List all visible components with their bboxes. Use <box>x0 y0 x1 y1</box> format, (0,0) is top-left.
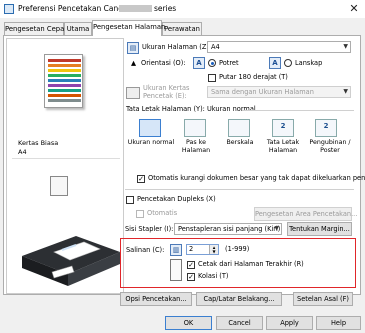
page-size-value: A4 <box>211 43 220 51</box>
specify-margin-button[interactable]: Tentukan Margin... <box>287 222 352 236</box>
apply-button[interactable]: Apply <box>266 316 313 330</box>
title-bar: Preferensi Pencetakan Canon series ✕ <box>0 0 365 18</box>
page-layout-label-text: Tata Letak Halaman (Y): <box>126 105 205 113</box>
copies-icon: ▥ <box>170 244 182 256</box>
layout-tiling-label: Pengubinan / Poster <box>309 139 351 154</box>
portrait-icon: A <box>193 57 205 69</box>
defaults-button[interactable]: Setelan Asal (F) <box>293 292 353 306</box>
layout-page-layout-glyph: 2 <box>280 122 286 130</box>
rotate-180-checkbox[interactable] <box>208 74 216 82</box>
duplex-label: Pencetakan Dupleks (X) <box>137 195 216 203</box>
media-info: Kertas Biasa A4 <box>18 139 58 157</box>
chevron-down-icon: ▼ <box>343 43 348 50</box>
printer-paper-icon <box>126 87 140 99</box>
layout-normal-tile[interactable] <box>139 119 161 137</box>
layout-fit-label: Pas ke Halaman <box>181 139 211 154</box>
media-size: A4 <box>18 148 27 156</box>
stapling-side-label: Sisi Stapler (I): <box>125 225 174 233</box>
landscape-icon: A <box>269 57 281 69</box>
stapling-side-select[interactable]: Penstapleran sisi panjang (Kiri) ▼ <box>174 223 282 235</box>
landscape-radio[interactable] <box>284 59 292 67</box>
rotate-180-label: Putar 180 derajat (T) <box>219 73 288 81</box>
portrait-label: Potret <box>219 59 239 67</box>
tab-main[interactable]: Utama <box>64 22 92 35</box>
auto-reduce-checkbox[interactable]: ✓ <box>137 175 145 183</box>
duplex-checkbox[interactable] <box>126 196 134 204</box>
ok-button[interactable]: OK <box>165 316 212 330</box>
layout-tiling-poster-tile[interactable]: 2 <box>315 119 337 137</box>
small-page-icon <box>50 176 68 196</box>
printer-paper-size-select[interactable]: Sama dengan Ukuran Halaman ▼ <box>207 86 351 98</box>
orientation-label: Orientasi (O): <box>141 59 186 67</box>
print-area-setup-button[interactable]: Pengesetan Area Pencetakan... <box>254 207 357 221</box>
page-size-label: Ukuran Halaman (Z): <box>142 43 212 51</box>
page-layout-label: Tata Letak Halaman (Y): Ukuran normal <box>126 105 256 114</box>
layout-scaled-label: Berskala <box>226 139 254 146</box>
orientation-bullet-icon: ▲ <box>131 59 137 67</box>
page-size-select[interactable]: A4 ▼ <box>207 41 351 53</box>
layout-scaled-tile[interactable] <box>228 119 250 137</box>
portrait-radio[interactable] <box>208 59 216 67</box>
duplex-automatic-label: Otomatis <box>147 209 178 217</box>
chevron-down-icon: ▼ <box>343 88 348 95</box>
media-type: Kertas Biasa <box>18 139 59 147</box>
print-last-page-first-checkbox[interactable]: ✓ <box>187 261 195 269</box>
copies-range: (1-999) <box>225 245 250 253</box>
collate-order-icon <box>170 259 182 281</box>
landscape-label: Lanskap <box>295 59 323 67</box>
window-title: Preferensi Pencetakan Canon <box>18 4 128 13</box>
divider <box>125 189 354 190</box>
printer-paper-size-label: Ukuran Kertas Pencetak (E): <box>143 84 190 100</box>
layout-page-layout-label: Tata Letak Halaman <box>266 139 300 154</box>
layout-tiling-glyph: 2 <box>323 122 329 130</box>
stapling-side-value: Penstapleran sisi panjang (Kiri) <box>178 225 281 233</box>
group-line <box>242 110 354 111</box>
tab-maintenance[interactable]: Perawatan <box>162 22 202 35</box>
close-icon[interactable]: ✕ <box>347 3 361 15</box>
stamp-background-button[interactable]: Cap/Latar Belakang... <box>196 292 282 306</box>
layout-fit-to-page-tile[interactable] <box>184 119 206 137</box>
copies-spinbox[interactable]: 2 ▲ ▼ <box>186 244 219 255</box>
copies-value: 2 <box>189 245 194 253</box>
cancel-button[interactable]: Cancel <box>216 316 263 330</box>
page-layout-value: Ukuran normal <box>206 105 256 113</box>
spin-down-icon[interactable]: ▼ <box>209 249 218 254</box>
tab-quick-setup[interactable]: Pengesetan Cepat <box>4 22 67 35</box>
page-preview-icon <box>44 54 83 108</box>
duplex-automatic-checkbox[interactable] <box>136 210 144 218</box>
collate-checkbox[interactable]: ✓ <box>187 273 195 281</box>
help-button[interactable]: Help <box>316 316 361 330</box>
print-last-page-first-label: Cetak dari Halaman Terakhir (R) <box>198 260 304 268</box>
page-size-icon: ▤ <box>127 42 139 54</box>
copies-label: Salinan (C): <box>126 246 165 254</box>
tab-page-setup[interactable]: Pengesetan Halaman <box>92 20 165 36</box>
auto-reduce-label: Otomatis kurangi dokumen besar yang tak … <box>148 174 365 182</box>
layout-page-layout-tile[interactable]: 2 <box>272 119 294 137</box>
window-title-suffix: series <box>154 4 177 13</box>
printer-illustration-icon <box>22 236 120 286</box>
divider <box>12 158 120 159</box>
print-options-button[interactable]: Opsi Penceta­kan... <box>120 292 192 306</box>
layout-normal-label: Ukuran normal <box>127 139 175 146</box>
redacted-model-name <box>119 5 152 12</box>
printer-app-icon <box>4 4 14 14</box>
printer-paper-size-value: Sama dengan Ukuran Halaman <box>211 88 314 96</box>
collate-label: Kolasi (T) <box>198 272 229 280</box>
chevron-down-icon: ▼ <box>274 225 279 232</box>
